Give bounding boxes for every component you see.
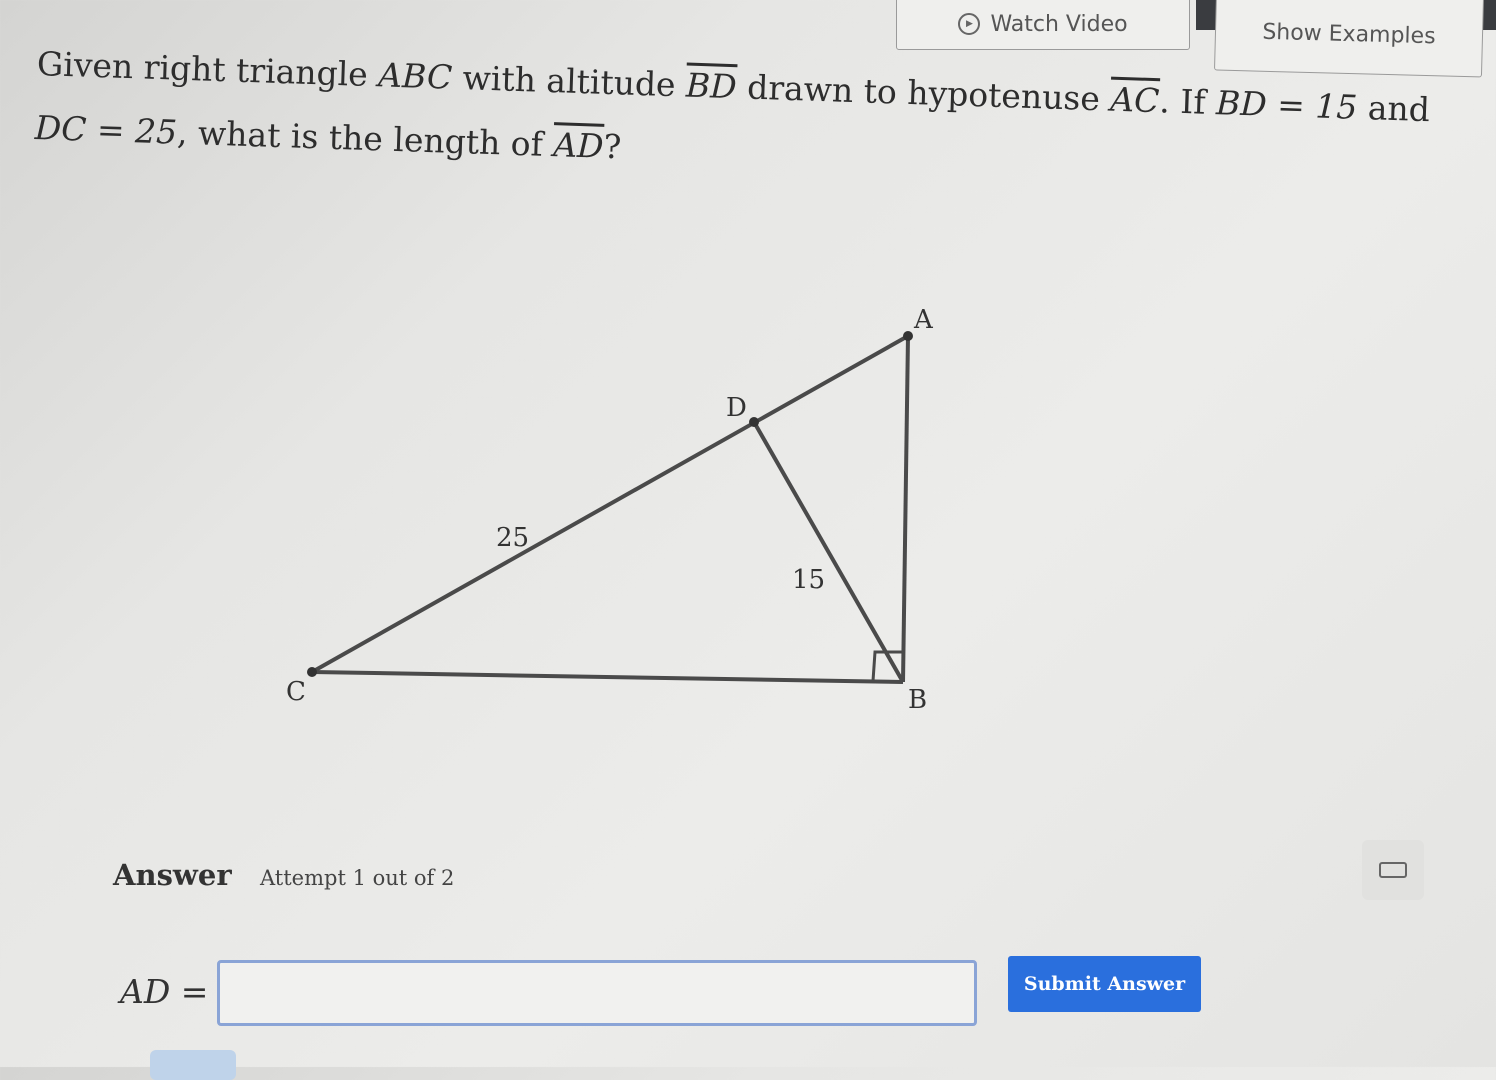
label-a: A <box>913 305 934 335</box>
question-part: , what is the length of <box>176 112 555 165</box>
triangle-name: ABC <box>377 55 453 97</box>
dc-equation: DC = 25 <box>34 107 178 152</box>
target-segment: AD <box>552 125 605 166</box>
question-part: and <box>1356 87 1431 130</box>
triangle-diagram: A D C B 25 15 <box>286 305 934 715</box>
point-d <box>749 417 759 427</box>
watch-video-label: Watch Video <box>990 11 1128 37</box>
hypotenuse-segment: AC <box>1109 79 1161 121</box>
answer-heading: Answer <box>113 858 232 892</box>
point-a <box>903 331 913 341</box>
point-c <box>307 667 317 677</box>
label-b: B <box>908 685 927 715</box>
label-c: C <box>286 677 306 707</box>
altitude-segment: BD <box>685 65 738 107</box>
hypotenuse-line <box>311 334 909 674</box>
submit-answer-button[interactable]: Submit Answer <box>1008 956 1201 1012</box>
question-part: with altitude <box>451 57 687 105</box>
question-part: ? <box>602 126 622 167</box>
length-bd: 15 <box>792 565 825 595</box>
side-cb-line <box>311 670 904 684</box>
question-part: Given right triangle <box>36 43 379 95</box>
play-icon: ▶ <box>958 13 981 35</box>
length-dc: 25 <box>496 523 529 553</box>
show-examples-button[interactable]: Show Examples <box>1213 0 1485 78</box>
question-part: . If <box>1158 81 1217 123</box>
label-d: D <box>726 393 747 423</box>
watch-video-button[interactable]: ▶ Watch Video <box>896 0 1190 50</box>
bottom-tab[interactable] <box>150 1050 236 1080</box>
show-examples-label: Show Examples <box>1262 19 1436 49</box>
keyboard-icon[interactable] <box>1362 840 1424 900</box>
side-ab-line <box>901 335 910 683</box>
bd-equation: BD = 15 <box>1215 83 1359 127</box>
answer-input[interactable] <box>217 960 977 1026</box>
altitude-line <box>752 421 905 683</box>
answer-input-label: AD = <box>120 972 209 1011</box>
question-part: drawn to hypotenuse <box>736 67 1112 119</box>
attempt-counter: Attempt 1 out of 2 <box>260 866 455 890</box>
